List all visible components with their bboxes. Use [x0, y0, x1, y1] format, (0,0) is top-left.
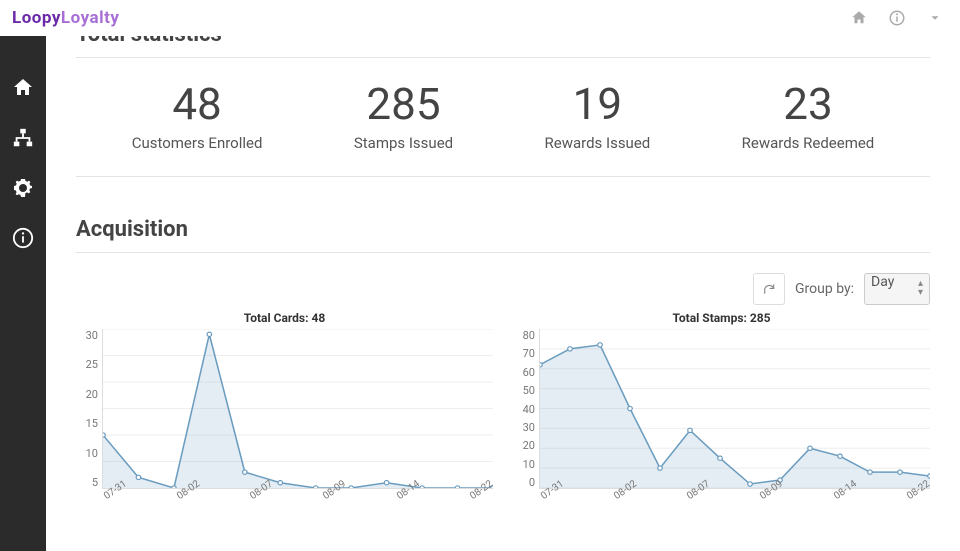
stat-label: Customers Enrolled: [132, 134, 263, 152]
sitemap-icon[interactable]: [11, 126, 35, 150]
charts-row: Total Cards: 48 30252015105 07-3108-0208…: [76, 311, 930, 504]
groupby-select[interactable]: Day ▴▾: [864, 273, 930, 305]
chart-stamps: Total Stamps: 285 80706050403020100 07-3…: [513, 311, 930, 504]
home-icon[interactable]: [850, 9, 868, 27]
chart-title: Total Cards: 48: [76, 311, 493, 325]
y-axis: 80706050403020100: [513, 329, 539, 489]
home-icon[interactable]: [11, 76, 35, 100]
info-icon[interactable]: [11, 226, 35, 250]
groupby-label: Group by:: [795, 281, 854, 297]
info-icon[interactable]: [888, 9, 906, 27]
acquisition-controls: Group by: Day ▴▾: [76, 273, 930, 305]
divider: [76, 176, 930, 177]
main-content: Total statistics 48Customers Enrolled 28…: [46, 0, 960, 504]
stat-label: Rewards Issued: [545, 134, 651, 152]
chart-plot: [539, 329, 930, 489]
groupby-value: Day: [871, 274, 894, 290]
stat-stamps: 285 Stamps Issued: [354, 78, 453, 152]
stat-rewards-redeemed: 23 Rewards Redeemed: [742, 78, 875, 152]
stat-label: Stamps Issued: [354, 134, 453, 152]
chart-cards: Total Cards: 48 30252015105 07-3108-0208…: [76, 311, 493, 504]
stat-customers: 48 Customers Enrolled: [132, 78, 263, 152]
brand-logo: LoopyLoyalty: [12, 0, 119, 36]
brand-part2: Loyalty: [61, 8, 120, 28]
select-arrows-icon: ▴▾: [918, 279, 923, 297]
brand-part1: Loopy: [12, 8, 61, 28]
divider: [76, 57, 930, 58]
refresh-button[interactable]: [753, 273, 785, 305]
stat-label: Rewards Redeemed: [742, 134, 875, 152]
stat-value: 23: [742, 78, 875, 130]
x-axis: 07-3108-0208-0708-0908-1408-22: [539, 493, 930, 504]
acquisition-heading: Acquisition: [76, 217, 930, 242]
sidebar: [0, 36, 46, 551]
chart-plot: [102, 329, 493, 489]
caret-down-icon[interactable]: [926, 9, 944, 27]
stat-rewards-issued: 19 Rewards Issued: [545, 78, 651, 152]
stat-value: 48: [132, 78, 263, 130]
chart-title: Total Stamps: 285: [513, 311, 930, 325]
divider: [76, 252, 930, 253]
stat-value: 19: [545, 78, 651, 130]
x-axis: 07-3108-0208-0708-0908-1408-22: [102, 493, 493, 504]
stat-value: 285: [354, 78, 453, 130]
gear-icon[interactable]: [11, 176, 35, 200]
y-axis: 30252015105: [76, 329, 102, 489]
stats-row: 48 Customers Enrolled 285 Stamps Issued 19…: [76, 78, 930, 152]
topbar: LoopyLoyalty: [0, 0, 960, 36]
